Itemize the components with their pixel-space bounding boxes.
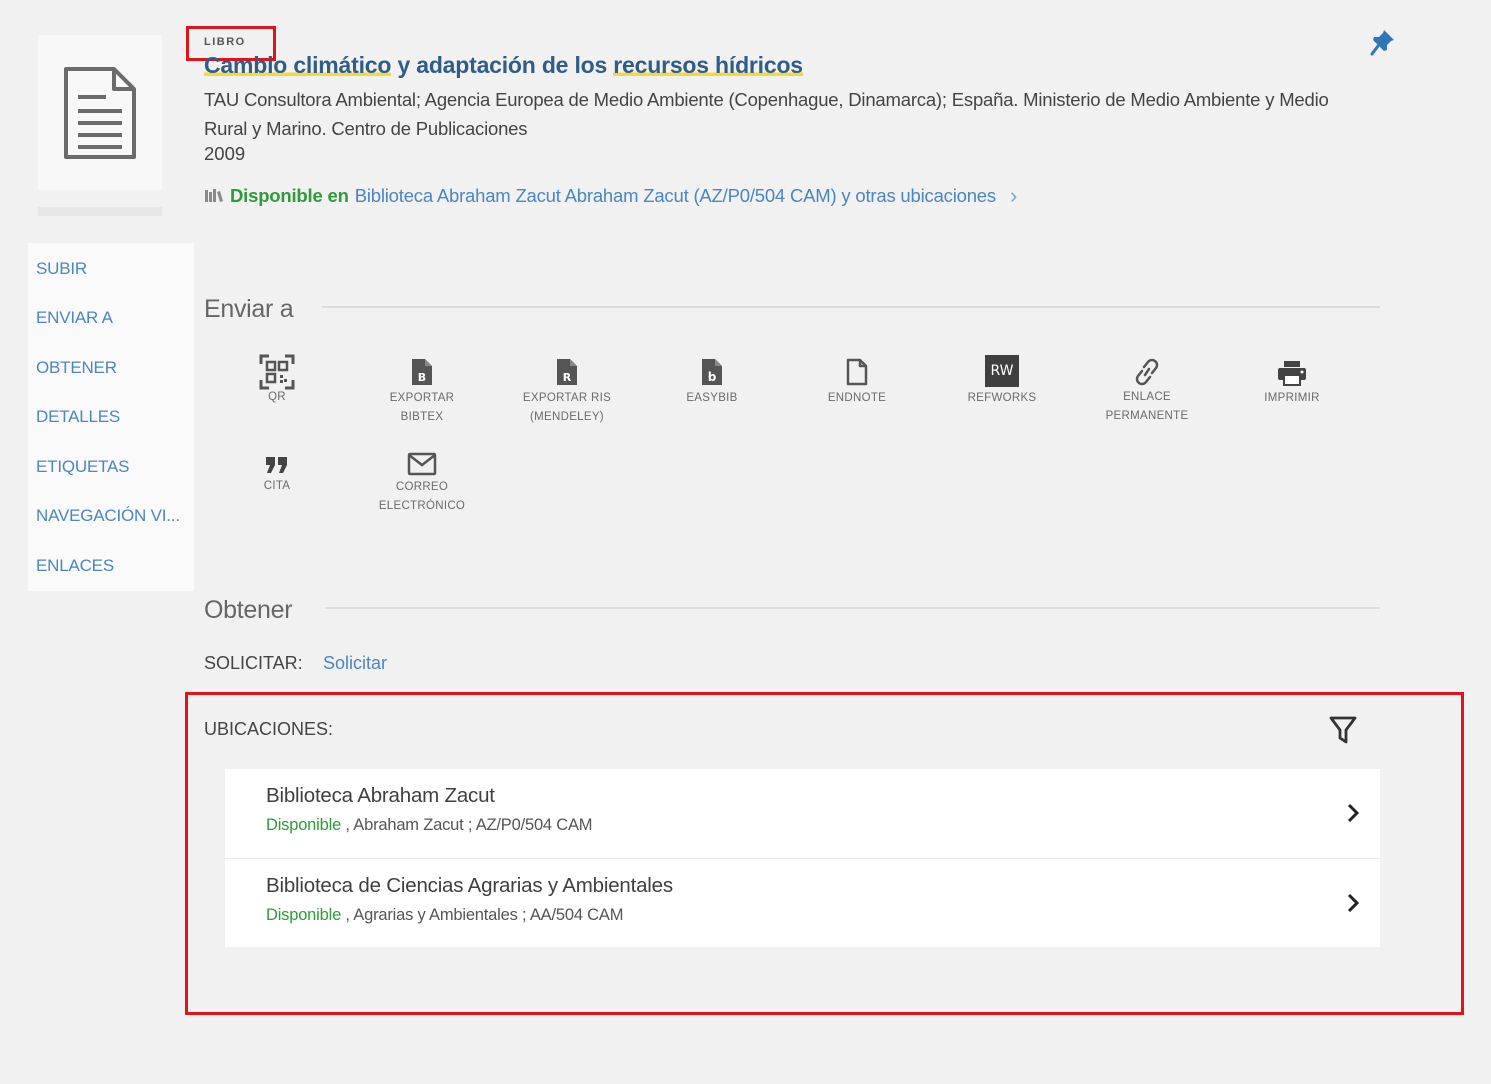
refworks-icon: RW <box>985 355 1019 387</box>
action-label-line1: EXPORTAR <box>389 392 455 404</box>
location-name: Biblioteca Abraham Zacut <box>266 784 495 807</box>
action-label: CITA <box>263 480 291 492</box>
action-label: QR <box>268 391 286 403</box>
record-type-label: LIBRO <box>204 36 246 48</box>
document-icon <box>64 66 136 159</box>
availability-status: Disponible en <box>230 185 349 206</box>
chevron-right-icon <box>1346 892 1360 919</box>
action-label-line1: CORREO <box>395 481 449 493</box>
action-label-line2: PERMANENTE <box>1105 410 1189 422</box>
action-label-line1: EXPORTAR RIS <box>522 392 612 404</box>
chevron-right-icon: › <box>1009 183 1018 208</box>
locations-list: Biblioteca Abraham Zacut Disponible , Ab… <box>225 769 1380 947</box>
action-cite[interactable]: CITA <box>222 455 332 496</box>
action-qr[interactable]: QR <box>222 354 332 407</box>
side-navigation: SUBIR ENVIAR A OBTENER DETALLES ETIQUETA… <box>28 243 194 591</box>
thumbnail-placeholder-bar <box>38 207 162 216</box>
action-endnote[interactable]: ENDNOTE <box>802 357 912 408</box>
action-permalink[interactable]: ENLACE PERMANENTE <box>1092 358 1202 426</box>
action-label: EXPORTAR RIS (MENDELEY) <box>523 389 611 427</box>
title-highlight-2: recursos hídricos <box>613 52 803 78</box>
location-item[interactable]: Biblioteca Abraham Zacut Disponible , Ab… <box>225 769 1380 858</box>
action-label: EXPORTAR BIBTEX <box>390 389 455 427</box>
location-callnumber: , Agrarias y Ambientales ; AA/504 CAM <box>341 906 624 924</box>
mail-icon <box>407 452 437 476</box>
link-icon <box>1135 358 1159 386</box>
printer-icon <box>1278 361 1306 386</box>
locations-label: UBICACIONES: <box>204 719 334 739</box>
title-highlight-1: Cambio climático <box>204 52 392 78</box>
request-label: SOLICITAR: <box>204 653 303 673</box>
action-label: EASYBIB <box>686 392 738 404</box>
location-detail: Disponible , Abraham Zacut ; AZ/P0/504 C… <box>266 816 593 835</box>
action-label-line2: BIBTEX <box>400 411 444 423</box>
send-to-divider <box>322 306 1380 308</box>
obtain-divider <box>325 607 1380 609</box>
action-label-line1: ENLACE <box>1123 391 1171 403</box>
action-label: REFWORKS <box>967 392 1037 404</box>
record-thumbnail[interactable] <box>38 35 162 190</box>
svg-text:b: b <box>708 370 717 384</box>
action-easybib[interactable]: b EASYBIB <box>657 357 767 408</box>
nav-item-etiquetas[interactable]: ETIQUETAS <box>36 457 129 477</box>
action-label: ENDNOTE <box>827 392 887 404</box>
record-authors: TAU Consultora Ambiental; Agencia Europe… <box>204 89 1329 139</box>
svg-text:B: B <box>418 371 426 384</box>
easybib-icon: b <box>702 359 722 385</box>
location-status: Disponible <box>266 816 342 834</box>
nav-item-enlaces[interactable]: ENLACES <box>36 556 114 576</box>
nav-item-enviar-a[interactable]: ENVIAR A <box>36 308 113 328</box>
action-label-line2: (MENDELEY) <box>530 411 604 423</box>
record-year: 2009 <box>204 143 246 164</box>
request-link[interactable]: Solicitar <box>323 653 387 674</box>
location-callnumber: , Abraham Zacut ; AZ/P0/504 CAM <box>341 816 593 834</box>
action-label: ENLACE PERMANENTE <box>1106 388 1189 426</box>
qr-icon <box>259 354 295 390</box>
action-export-bibtex[interactable]: B EXPORTAR BIBTEX <box>367 357 477 427</box>
filter-icon[interactable] <box>1328 714 1358 751</box>
location-detail: Disponible , Agrarias y Ambientales ; AA… <box>266 906 623 925</box>
quote-icon <box>266 457 287 473</box>
ris-file-icon: R <box>557 359 577 385</box>
location-name: Biblioteca de Ciencias Agrarias y Ambien… <box>266 874 673 897</box>
record-title[interactable]: Cambio climático y adaptación de los rec… <box>204 52 803 79</box>
action-email[interactable]: CORREO ELECTRÓNICO <box>367 452 477 516</box>
availability-location-link[interactable]: Biblioteca Abraham Zacut Abraham Zacut (… <box>355 185 996 207</box>
action-print[interactable]: IMPRIMIR <box>1237 359 1347 408</box>
title-middle: y adaptación de los <box>391 52 614 78</box>
nav-item-navegacion-virtual[interactable]: NAVEGACIÓN VI... <box>36 506 180 526</box>
location-item[interactable]: Biblioteca de Ciencias Agrarias y Ambien… <box>225 858 1380 947</box>
bibtex-file-icon: B <box>412 359 432 385</box>
action-export-ris[interactable]: R EXPORTAR RIS (MENDELEY) <box>512 357 622 427</box>
nav-item-subir[interactable]: SUBIR <box>36 259 87 279</box>
book-shelf-icon <box>205 189 223 202</box>
svg-text:R: R <box>563 371 572 384</box>
availability-line[interactable]: Disponible en Biblioteca Abraham Zacut A… <box>204 183 1017 209</box>
action-label: IMPRIMIR <box>1264 392 1320 404</box>
action-refworks[interactable]: RW REFWORKS <box>947 355 1057 408</box>
nav-item-detalles[interactable]: DETALLES <box>36 407 120 427</box>
action-label: CORREO ELECTRÓNICO <box>379 478 465 516</box>
action-label-line2: ELECTRÓNICO <box>378 500 466 512</box>
chevron-right-icon <box>1346 802 1360 829</box>
send-to-heading: Enviar a <box>204 295 294 323</box>
nav-item-obtener[interactable]: OBTENER <box>36 358 117 378</box>
pin-icon[interactable] <box>1370 28 1396 61</box>
endnote-icon <box>846 358 868 386</box>
obtain-heading: Obtener <box>204 596 293 624</box>
location-status: Disponible <box>266 906 342 924</box>
